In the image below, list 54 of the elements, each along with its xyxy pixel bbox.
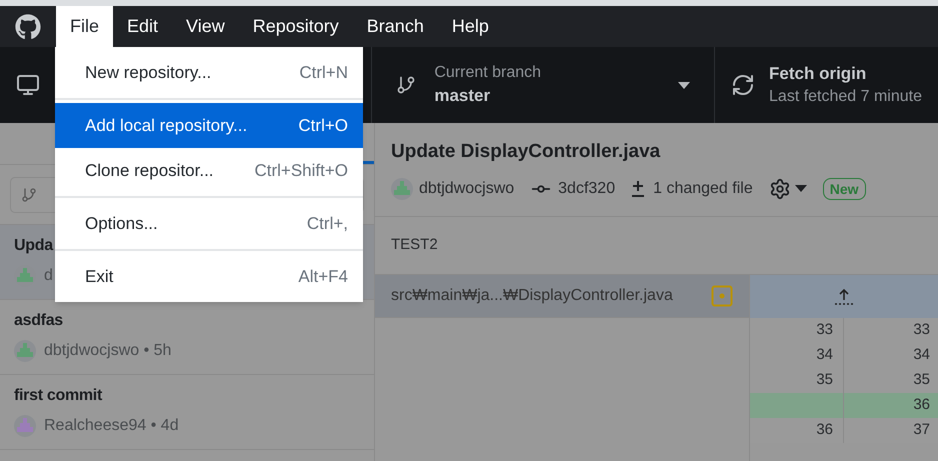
line-number: 35 bbox=[816, 370, 833, 390]
new-badge: New bbox=[822, 178, 866, 200]
branch-selector[interactable]: Current branch master bbox=[372, 47, 716, 123]
menu-item[interactable]: Branch bbox=[352, 6, 438, 47]
menu-item[interactable]: File bbox=[56, 6, 114, 47]
commit-meta: Realcheese94 • 4d bbox=[44, 416, 179, 436]
settings-icon bbox=[768, 178, 791, 200]
menu-option[interactable]: Options... Ctrl+, bbox=[55, 201, 363, 246]
branch-label: Current branch bbox=[434, 63, 542, 83]
file-path: src₩main₩ja...₩DisplayController.java bbox=[391, 286, 674, 306]
commit-message: TEST2 bbox=[391, 235, 438, 256]
line-number: 36 bbox=[816, 420, 833, 440]
settings-button[interactable] bbox=[768, 178, 807, 200]
fetch-button[interactable]: Fetch origin Last fetched 7 minute bbox=[715, 47, 938, 123]
menu-option[interactable]: Add local repository... Ctrl+O bbox=[55, 103, 363, 148]
commit-title: Upda bbox=[14, 236, 53, 256]
commit-item[interactable]: first commit Realcheese94 • 4d bbox=[0, 375, 374, 450]
modified-icon bbox=[711, 285, 733, 307]
fetch-detail: Last fetched 7 minute bbox=[769, 87, 922, 107]
line-number: 33 bbox=[816, 320, 833, 340]
caret-icon bbox=[678, 82, 690, 88]
menu-option[interactable]: New repository... Ctrl+N bbox=[55, 50, 363, 95]
avatar-icon bbox=[391, 178, 413, 200]
menu-item[interactable]: Help bbox=[438, 6, 503, 47]
commit-sha: 3dcf320 bbox=[558, 178, 616, 199]
menu-item[interactable]: Edit bbox=[113, 6, 172, 47]
changed-files: 1 changed file bbox=[653, 178, 753, 199]
commit-title: asdfas bbox=[14, 311, 63, 331]
refresh-icon bbox=[731, 73, 756, 97]
fetch-label: Fetch origin bbox=[769, 63, 868, 85]
diff-icon bbox=[631, 180, 646, 198]
line-number: 37 bbox=[913, 420, 930, 440]
branch-icon bbox=[21, 186, 37, 202]
menu-item[interactable]: Repository bbox=[238, 6, 353, 47]
monitor-icon bbox=[16, 73, 40, 97]
menu-option[interactable]: Exit Alt+F4 bbox=[55, 254, 363, 299]
caret-icon bbox=[794, 185, 807, 192]
menu-item[interactable]: View bbox=[172, 6, 239, 47]
commit-title: first commit bbox=[14, 386, 102, 406]
menu-option[interactable]: Clone repositor... Ctrl+Shift+O bbox=[55, 148, 363, 193]
line-number: 34 bbox=[816, 345, 833, 366]
commit-meta: dbtjdwocjswo • 5h bbox=[44, 341, 172, 361]
commit-meta: d bbox=[44, 266, 53, 286]
line-number: 35 bbox=[913, 370, 930, 390]
line-number: 36 bbox=[913, 395, 930, 416]
commit-author: dbtjdwocjswo bbox=[419, 178, 514, 199]
commit-heading: Update DisplayController.java bbox=[391, 140, 662, 164]
line-number: 33 bbox=[913, 320, 930, 340]
branch-icon bbox=[396, 75, 416, 95]
line-number: 34 bbox=[913, 345, 930, 366]
logo-icon bbox=[15, 14, 41, 40]
file-item[interactable]: src₩main₩ja...₩DisplayController.java bbox=[375, 275, 749, 318]
expand-up-icon bbox=[834, 288, 854, 306]
branch-name: master bbox=[434, 85, 492, 107]
